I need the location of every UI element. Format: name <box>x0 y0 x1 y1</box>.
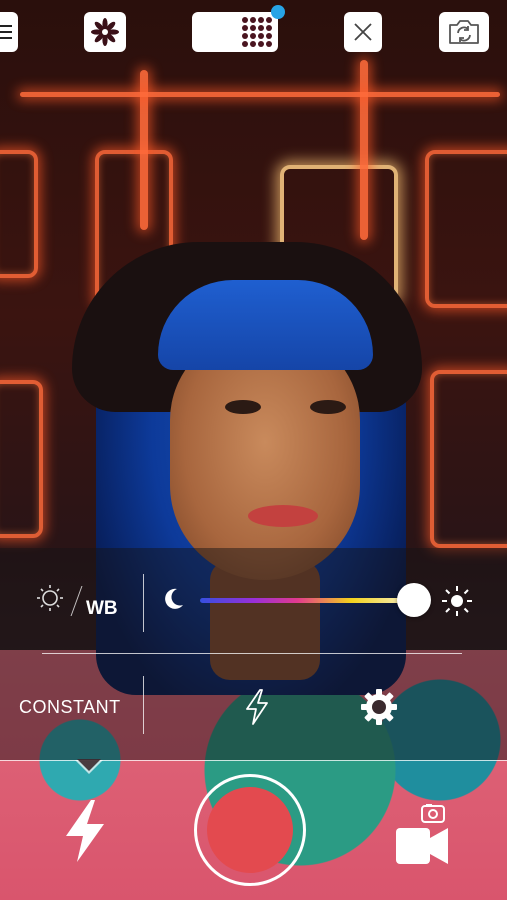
flip-camera-button[interactable] <box>439 12 489 52</box>
lips <box>248 505 318 527</box>
white-balance-slider[interactable] <box>200 598 416 603</box>
eye <box>310 400 346 414</box>
neon-bar <box>360 60 368 240</box>
menu-icon-line <box>0 37 12 39</box>
neon-sign <box>0 380 43 538</box>
flash-outline-icon[interactable] <box>243 688 271 726</box>
hair-fringe <box>158 280 373 370</box>
close-icon <box>354 23 372 41</box>
menu-button[interactable] <box>0 12 18 52</box>
neon-sign <box>430 370 507 548</box>
grid-button[interactable] <box>192 5 285 52</box>
moon-icon <box>165 588 183 609</box>
white-balance-slider-knob[interactable] <box>397 583 431 617</box>
mode-divider <box>143 676 144 734</box>
camera-screen: WB CONSTANT <box>0 0 507 900</box>
menu-icon <box>0 25 12 27</box>
filter-button[interactable] <box>84 12 126 52</box>
notification-dot <box>271 5 285 19</box>
panel-pointer <box>75 759 103 774</box>
gear-icon[interactable] <box>359 687 399 727</box>
flip-camera-icon <box>449 20 479 44</box>
neon-bar <box>20 92 500 97</box>
neon-sign <box>0 150 38 278</box>
auto-brightness-icon[interactable] <box>36 582 70 616</box>
neon-sign <box>425 150 507 308</box>
close-button[interactable] <box>344 12 382 52</box>
menu-icon-line <box>0 31 12 33</box>
record-button[interactable] <box>207 787 293 873</box>
dot-grid-icon <box>242 17 272 47</box>
flash-icon[interactable] <box>62 798 108 864</box>
wb-label: WB <box>86 598 118 619</box>
settings-panel <box>0 548 507 760</box>
video-camera-icon[interactable] <box>392 804 454 870</box>
settings-row-separator <box>42 653 462 654</box>
flower-filter-icon <box>91 18 119 46</box>
eye <box>225 400 261 414</box>
wb-divider <box>143 574 144 632</box>
sun-icon <box>442 586 472 616</box>
mode-label[interactable]: CONSTANT <box>19 697 121 718</box>
